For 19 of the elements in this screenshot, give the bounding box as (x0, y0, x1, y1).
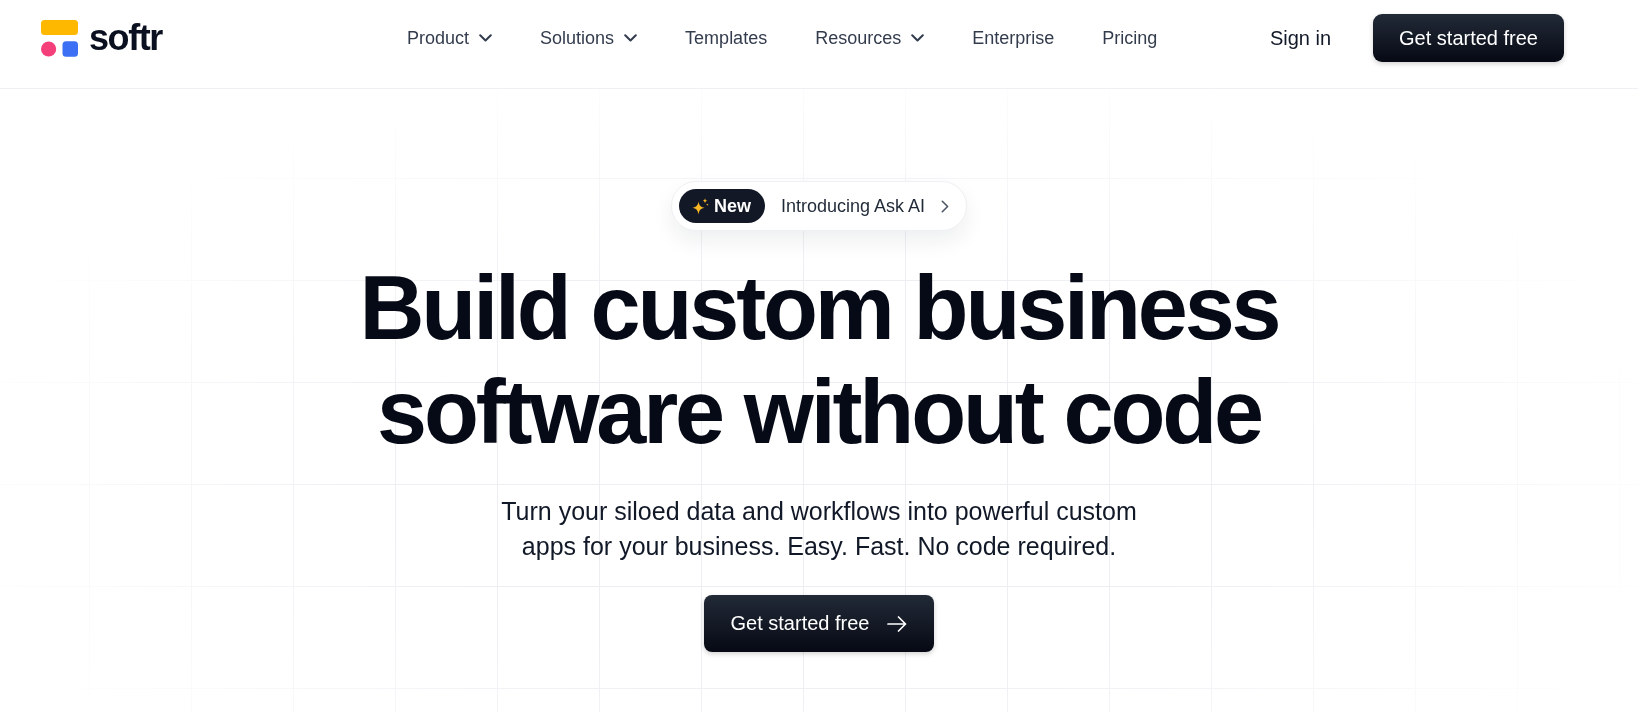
logo-icon (41, 19, 78, 57)
brand-name: softr (89, 18, 162, 58)
headline: Build custom business software without code (358, 257, 1280, 464)
new-label: New (713, 195, 751, 217)
nav-link[interactable]: Product (407, 26, 493, 50)
sign-in-link[interactable]: Sign in (1269, 25, 1332, 51)
nav-link[interactable]: Resources (815, 26, 925, 50)
announcement-text: Introducing Ask AI (780, 195, 926, 217)
sparkle-icon (691, 197, 709, 215)
hero-subtitle: Turn your siloed data and workflows into powerful custom apps for your business. Easy. Fast. No code required. (500, 496, 1138, 562)
get-started-button[interactable]: Get started free (703, 595, 935, 652)
nav-link[interactable]: Templates (685, 26, 768, 50)
nav-link[interactable]: Pricing (1102, 26, 1158, 50)
nav-link[interactable]: Solutions (540, 26, 638, 50)
announcement-link[interactable]: New Introducing Ask AI (670, 181, 968, 231)
get-started-button[interactable]: Get started free (1373, 14, 1564, 62)
nav-link[interactable]: Enterprise (972, 26, 1055, 50)
chevron-right-icon (941, 199, 950, 213)
arrow-right-icon (887, 615, 908, 632)
